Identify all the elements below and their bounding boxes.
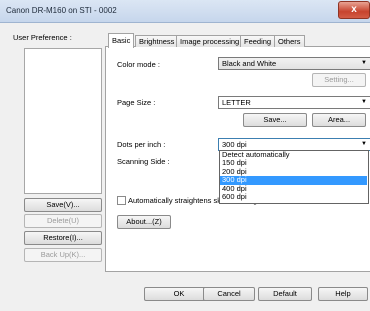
delete-preference-button[interactable]: Delete(U)	[24, 214, 102, 228]
about-button[interactable]: About...(Z)	[117, 215, 171, 229]
page-size-save-button[interactable]: Save...	[243, 113, 307, 127]
color-mode-label: Color mode :	[117, 60, 160, 69]
dpi-option-600[interactable]: 600 dpi	[220, 192, 367, 201]
save-preference-button[interactable]: Save(V)...	[24, 198, 102, 212]
user-preference-list[interactable]	[24, 48, 102, 194]
chevron-down-icon: ▼	[361, 141, 367, 147]
tab-others[interactable]: Others	[274, 35, 305, 47]
page-size-label: Page Size :	[117, 98, 156, 107]
chevron-down-icon: ▼	[361, 60, 367, 66]
cancel-button[interactable]: Cancel	[203, 287, 255, 301]
backup-preference-button[interactable]: Back Up(K)...	[24, 248, 102, 262]
dots-per-inch-dropdown: Detect automatically 150 dpi 200 dpi 300…	[219, 150, 369, 204]
setting-button[interactable]: Setting...	[312, 73, 366, 87]
tab-feeding[interactable]: Feeding	[240, 35, 276, 47]
window-title: Canon DR-M160 on STI - 0002	[6, 6, 117, 15]
help-button[interactable]: Help	[318, 287, 368, 301]
color-mode-value: Black and White	[222, 59, 277, 68]
chevron-down-icon: ▼	[361, 99, 367, 105]
dots-per-inch-value: 300 dpi	[222, 140, 247, 149]
restore-preference-button[interactable]: Restore(I)...	[24, 231, 102, 245]
color-mode-select[interactable]: Black and White ▼	[218, 57, 370, 70]
tab-basic[interactable]: Basic	[108, 33, 135, 48]
auto-straighten-checkbox[interactable]	[117, 196, 126, 205]
scanning-side-label: Scanning Side :	[117, 157, 170, 166]
close-icon: x	[351, 4, 357, 15]
tab-image-processing[interactable]: Image processing	[176, 35, 244, 47]
page-size-select[interactable]: LETTER ▼	[218, 96, 370, 109]
default-button[interactable]: Default	[258, 287, 312, 301]
user-preference-label: User Preference :	[13, 33, 72, 42]
dots-per-inch-label: Dots per inch :	[117, 140, 166, 149]
page-size-value: LETTER	[222, 98, 251, 107]
tab-brightness[interactable]: Brightness	[135, 35, 179, 47]
close-button[interactable]: x	[338, 1, 370, 19]
area-button[interactable]: Area...	[312, 113, 366, 127]
